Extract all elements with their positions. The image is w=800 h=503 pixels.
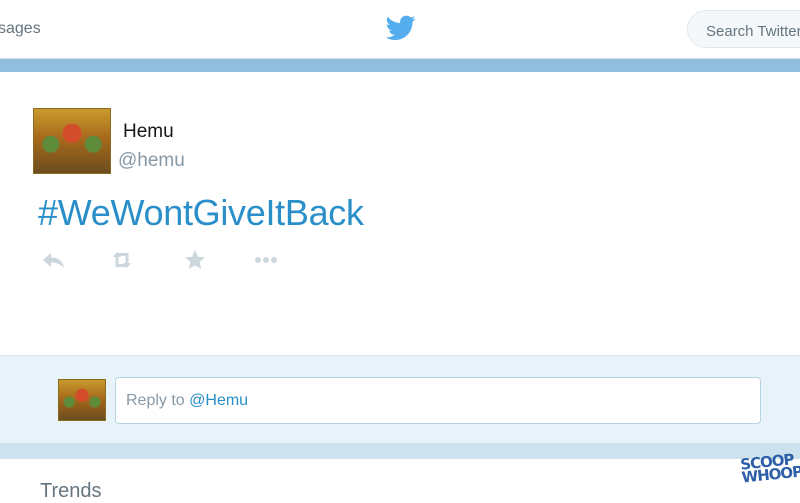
bottom-divider-strip [0, 443, 800, 459]
header-divider-strip [0, 59, 800, 72]
reply-area: Reply to @Hemu [0, 355, 800, 443]
tweet-actions [40, 248, 300, 272]
current-user-avatar [58, 379, 106, 421]
user-handle[interactable]: @hemu [118, 150, 185, 172]
top-nav-bar: sages [0, 0, 800, 59]
user-name[interactable]: Hemu [123, 121, 174, 143]
reply-input[interactable]: Reply to @Hemu [115, 377, 761, 424]
search-input[interactable] [704, 20, 800, 42]
scoopwhoop-watermark-logo: SCOOP WHOOP [739, 450, 800, 487]
retweet-icon[interactable] [108, 248, 136, 272]
reply-placeholder: Reply to @Hemu [126, 392, 249, 409]
twitter-bird-icon[interactable] [385, 14, 416, 42]
nav-messages-link[interactable]: sages [0, 20, 41, 38]
favorite-icon[interactable] [181, 248, 209, 272]
tweet-card: Hemu @hemu #WeWontGiveItBack [0, 72, 800, 355]
more-icon[interactable] [252, 248, 280, 272]
user-avatar[interactable] [33, 108, 111, 174]
reply-icon[interactable] [40, 248, 68, 272]
tweet-hashtag[interactable]: #WeWontGiveItBack [38, 192, 364, 234]
reply-mention: @Hemu [189, 392, 249, 409]
search-box[interactable] [687, 10, 800, 48]
